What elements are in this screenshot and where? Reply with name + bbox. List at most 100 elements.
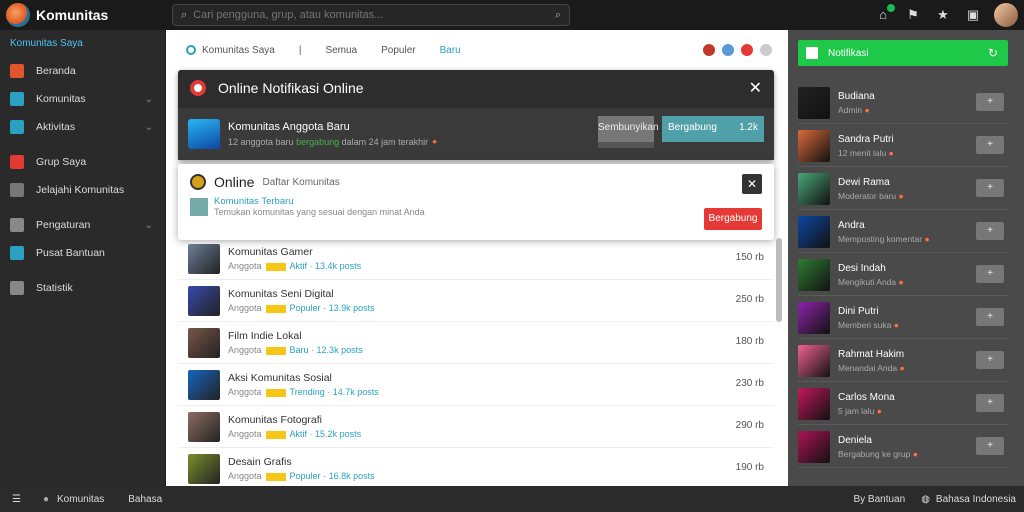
tab-new[interactable]: Baru <box>440 45 461 56</box>
community-title: Desain Grafis <box>228 456 292 468</box>
avatar <box>798 344 830 377</box>
sync-icon[interactable] <box>722 44 734 56</box>
join-button[interactable]: Bergabung 1.2k <box>662 116 764 148</box>
sidebar-item-icon <box>10 92 24 106</box>
close-icon[interactable]: ✕ <box>749 78 762 98</box>
close-icon[interactable]: ✕ <box>742 174 762 194</box>
settings-icon[interactable] <box>760 44 772 56</box>
community-meta: Anggota Baru · 12.3k posts <box>228 345 363 355</box>
notification-name: Rahmat Hakim <box>838 348 905 360</box>
community-thumbnail <box>188 327 220 358</box>
sidebar-item[interactable]: Beranda <box>0 57 165 85</box>
notification-sub: Bergabung ke grup ● <box>838 448 918 459</box>
globe-icon[interactable]: ◍ <box>921 494 930 505</box>
sidebar-item[interactable]: Pengaturan ⌄ <box>0 211 165 239</box>
notification-sub: Memposting komentar ● <box>838 233 930 244</box>
dialog-content-meta: 12 anggota baru bergabung dalam 24 jam t… <box>228 136 439 147</box>
notification-header[interactable]: Notifikasi ↻ <box>798 40 1008 66</box>
help-icon[interactable]: ● <box>43 494 49 505</box>
follow-button[interactable]: + <box>976 179 1004 197</box>
search-input[interactable] <box>193 9 555 21</box>
chevron-down-icon[interactable]: ⌄ <box>145 220 153 231</box>
tab-all[interactable]: Semua <box>325 45 357 56</box>
list-item[interactable]: Komunitas Seni Digital Anggota Populer · 1… <box>178 280 774 322</box>
notification-sub: 12 menit lalu ● <box>838 147 894 158</box>
item-title[interactable]: Komunitas Terbaru <box>214 196 425 207</box>
notification-item[interactable]: Dini Putri Memberi suka ● + <box>798 297 1008 339</box>
user-avatar[interactable] <box>994 3 1018 27</box>
notification-name: Dini Putri <box>838 305 879 317</box>
status-icon[interactable] <box>703 44 715 56</box>
sidebar-item-label: Aktivitas <box>36 121 76 133</box>
list-item[interactable]: Komunitas Gamer Anggota Aktif · 13.4k post… <box>178 238 774 280</box>
list-item[interactable]: Desain Grafis Anggota Populer · 16.8k post… <box>178 448 774 486</box>
notification-item[interactable]: Sandra Putri 12 menit lalu ● + <box>798 125 1008 167</box>
sidebar-item-label: Grup Saya <box>36 156 87 168</box>
follow-button[interactable]: + <box>976 136 1004 154</box>
follow-button[interactable]: + <box>976 93 1004 111</box>
alert-icon[interactable] <box>741 44 753 56</box>
search-box[interactable]: ⌕ ⌕ <box>172 4 570 26</box>
sidebar-item[interactable]: Statistik <box>0 274 165 302</box>
footer-right-a[interactable]: By Bantuan <box>853 494 905 505</box>
bell-icon <box>806 47 818 59</box>
notification-item[interactable]: Desi Indah Mengikuti Anda ● + <box>798 254 1008 296</box>
member-count: 290 rb <box>735 420 764 431</box>
follow-button[interactable]: + <box>976 351 1004 369</box>
scrollbar[interactable] <box>776 238 782 322</box>
follow-button[interactable]: + <box>976 394 1004 412</box>
follow-button[interactable]: + <box>976 265 1004 283</box>
logo[interactable]: Komunitas <box>0 3 172 27</box>
notification-name: Sandra Putri <box>838 133 894 145</box>
sidebar-item[interactable]: Komunitas ⌄ <box>0 85 165 113</box>
footer: ☰ ● Komunitas Bahasa By Bantuan ◍ Bahasa… <box>0 486 1024 512</box>
avatar <box>798 430 830 463</box>
chevron-down-icon[interactable]: ⌄ <box>145 122 153 133</box>
trophy-icon[interactable]: ★ <box>934 6 952 24</box>
chevron-down-icon[interactable]: ⌄ <box>145 94 153 105</box>
avatar <box>798 301 830 334</box>
search-submit-icon[interactable]: ⌕ <box>555 9 561 22</box>
tab-my-communities[interactable]: Komunitas Saya <box>186 45 275 56</box>
sidebar-item[interactable]: Aktivitas ⌄ <box>0 113 165 141</box>
community-thumbnail <box>188 369 220 400</box>
tab-divider: | <box>298 44 302 56</box>
avatar <box>798 86 830 119</box>
avatar <box>798 387 830 420</box>
sidebar-item-icon <box>10 120 24 134</box>
chat-icon[interactable]: ▣ <box>964 6 982 24</box>
community-meta: Anggota Aktif · 13.4k posts <box>228 261 362 271</box>
notification-item[interactable]: Deniela Bergabung ke grup ● + <box>798 426 1008 468</box>
sidebar-item-label: Pengaturan <box>36 219 91 231</box>
join-button[interactable]: Bergabung <box>704 208 762 230</box>
list-item[interactable]: Film Indie Lokal Anggota Baru · 12.3k post… <box>178 322 774 364</box>
notification-item[interactable]: Andra Memposting komentar ● + <box>798 211 1008 253</box>
online-icon <box>190 174 206 190</box>
community-list: Komunitas Gamer Anggota Aktif · 13.4k post… <box>178 238 774 486</box>
hide-button[interactable]: Sembunyikan <box>598 116 659 148</box>
footer-left[interactable]: Komunitas <box>57 494 104 505</box>
follow-button[interactable]: + <box>976 222 1004 240</box>
sidebar-item[interactable]: Jelajahi Komunitas <box>0 176 165 204</box>
footer-center[interactable]: Bahasa <box>128 494 162 505</box>
notification-item[interactable]: Budiana Admin ● + <box>798 82 1008 124</box>
notification-item[interactable]: Dewi Rama Moderator baru ● + <box>798 168 1008 210</box>
member-count: 150 rb <box>735 252 764 263</box>
language-select[interactable]: Bahasa Indonesia <box>936 494 1016 505</box>
refresh-icon[interactable]: ↻ <box>988 46 998 60</box>
list-item[interactable]: Aksi Komunitas Sosial Anggota Trending · 1… <box>178 364 774 406</box>
list-item[interactable]: Komunitas Fotografi Anggota Aktif · 15.2k … <box>178 406 774 448</box>
community-tab-icon <box>186 45 196 55</box>
menu-icon[interactable]: ☰ <box>12 494 21 505</box>
follow-button[interactable]: + <box>976 308 1004 326</box>
notifications-icon[interactable]: ⌂ <box>874 4 895 24</box>
sidebar-item[interactable]: Grup Saya <box>0 148 165 176</box>
sidebar-item-icon <box>10 246 24 260</box>
notification-item[interactable]: Rahmat Hakim Menandai Anda ● + <box>798 340 1008 382</box>
community-title: Film Indie Lokal <box>228 330 302 342</box>
messages-icon[interactable]: ⚑ <box>904 6 922 24</box>
tab-popular[interactable]: Populer <box>381 45 415 56</box>
notification-item[interactable]: Carlos Mona 5 jam lalu ● + <box>798 383 1008 425</box>
follow-button[interactable]: + <box>976 437 1004 455</box>
sidebar-item[interactable]: Pusat Bantuan <box>0 239 165 267</box>
